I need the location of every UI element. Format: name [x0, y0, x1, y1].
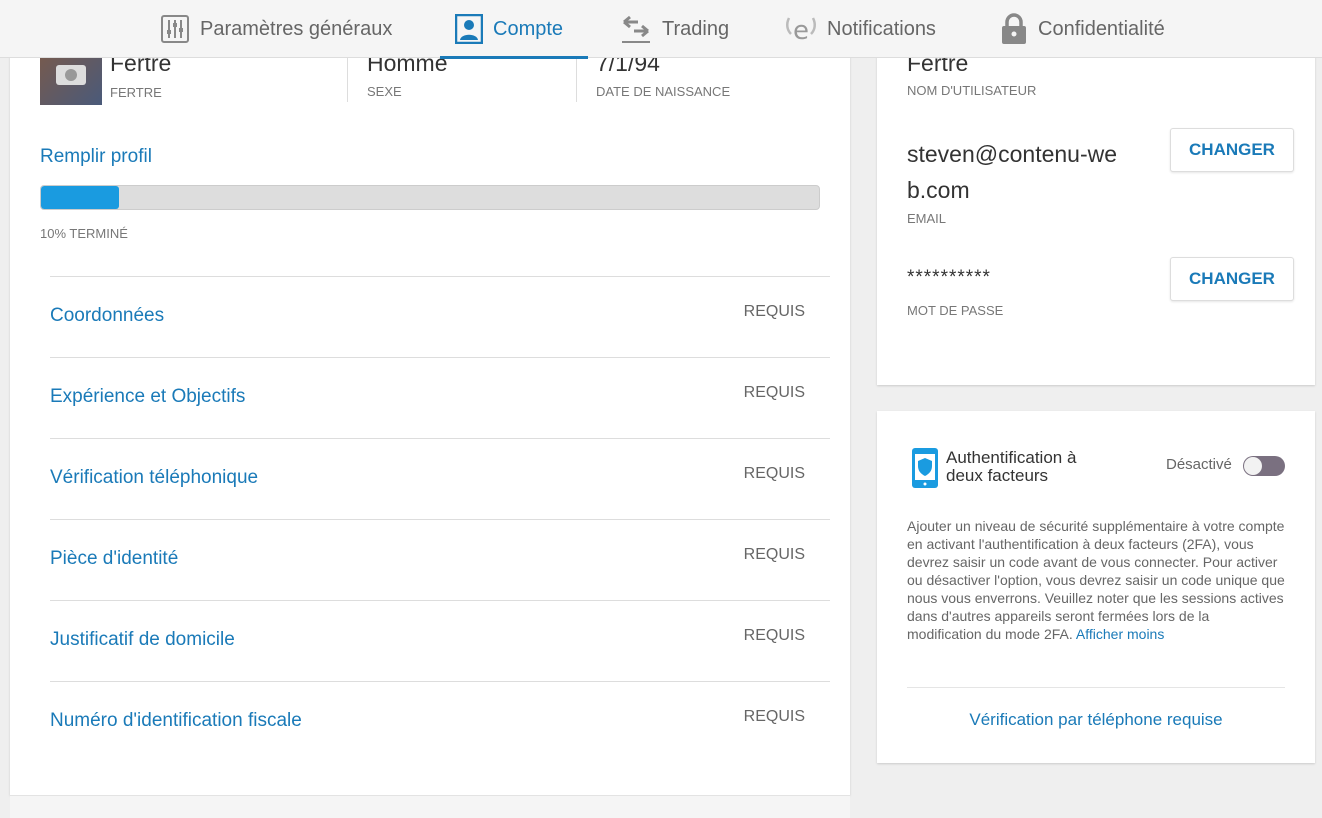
sliders-icon: [161, 15, 189, 43]
sex-label: SEXE: [367, 84, 402, 99]
phone-shield-icon: [912, 448, 938, 488]
tab-label: Notifications: [827, 17, 936, 40]
progress-label: 10% TERMINÉ: [40, 226, 128, 241]
twofa-description: Ajouter un niveau de sécurité supplément…: [907, 517, 1287, 643]
lock-icon: [1002, 13, 1026, 44]
notification-e-icon: e: [786, 16, 816, 44]
change-email-button[interactable]: CHANGER: [1170, 128, 1294, 172]
profile-step-row[interactable]: Vérification téléphonique REQUIS: [50, 438, 830, 519]
profile-step-row[interactable]: Numéro d'identification fiscale REQUIS: [50, 681, 830, 762]
show-less-link[interactable]: Afficher moins: [1076, 626, 1164, 642]
profile-step-row[interactable]: Coordonnées REQUIS: [50, 276, 830, 357]
password-value: **********: [907, 267, 991, 288]
step-status: REQUIS: [743, 303, 805, 320]
top-nav: Paramètres généraux Compte Trading e Not…: [0, 0, 1322, 59]
step-status: REQUIS: [743, 465, 805, 482]
tab-notifications[interactable]: e Notifications: [785, 0, 936, 58]
step-status: REQUIS: [743, 546, 805, 563]
email-label: EMAIL: [907, 211, 947, 226]
tab-label: Confidentialité: [1038, 17, 1165, 40]
footer-strip: [10, 795, 850, 818]
divider: [907, 687, 1285, 688]
tab-label: Paramètres généraux: [200, 17, 393, 40]
profile-step-row[interactable]: Expérience et Objectifs REQUIS: [50, 357, 830, 438]
description-text: Ajouter un niveau de sécurité supplément…: [907, 518, 1285, 642]
tab-privacy[interactable]: Confidentialité: [1000, 0, 1165, 58]
step-label[interactable]: Justificatif de domicile: [50, 629, 235, 651]
tab-label: Compte: [493, 17, 564, 40]
profile-progress-bar: [40, 185, 820, 210]
username-label: NOM D'UTILISATEUR: [907, 83, 1037, 98]
fill-profile-link[interactable]: Remplir profil: [40, 146, 152, 168]
step-status: REQUIS: [743, 708, 805, 725]
change-password-button[interactable]: CHANGER: [1170, 257, 1294, 301]
twofa-title: Authentification à deux facteurs: [946, 448, 1077, 485]
password-label: MOT DE PASSE: [907, 303, 1004, 318]
tab-trading[interactable]: Trading: [620, 0, 729, 58]
tab-label: Trading: [662, 17, 730, 40]
step-label[interactable]: Pièce d'identité: [50, 548, 178, 570]
name-label: FERTRE: [110, 85, 162, 100]
step-label[interactable]: Expérience et Objectifs: [50, 386, 245, 408]
profile-step-row[interactable]: Pièce d'identité REQUIS: [50, 519, 830, 600]
step-status: REQUIS: [743, 384, 805, 401]
progress-fill: [41, 186, 119, 209]
dob-label: DATE DE NAISSANCE: [596, 84, 731, 99]
svg-text:e: e: [793, 16, 809, 44]
twofa-status: Désactivé: [1166, 456, 1232, 473]
toggle-knob: [1244, 457, 1262, 475]
tab-account[interactable]: Compte: [439, 0, 589, 59]
phone-verification-link[interactable]: Vérification par téléphone requise: [877, 710, 1315, 730]
tab-general-settings[interactable]: Paramètres généraux: [160, 0, 392, 58]
account-card: Fertre NOM D'UTILISATEUR steven@contenu-…: [877, 40, 1315, 385]
profile-step-row[interactable]: Justificatif de domicile REQUIS: [50, 600, 830, 681]
email-value: steven@contenu-web.com: [907, 141, 1118, 203]
step-label[interactable]: Numéro d'identification fiscale: [50, 710, 302, 732]
step-label[interactable]: Vérification téléphonique: [50, 467, 258, 489]
twofa-card: Authentification à deux facteurs Désacti…: [877, 411, 1315, 763]
step-label[interactable]: Coordonnées: [50, 305, 164, 327]
step-status: REQUIS: [743, 627, 805, 644]
profile-card: Fertre FERTRE Homme SEXE 7/1/94 DATE DE …: [10, 40, 850, 795]
user-icon: [455, 14, 483, 44]
arrows-exchange-icon: [622, 15, 650, 43]
twofa-toggle[interactable]: [1243, 456, 1285, 476]
